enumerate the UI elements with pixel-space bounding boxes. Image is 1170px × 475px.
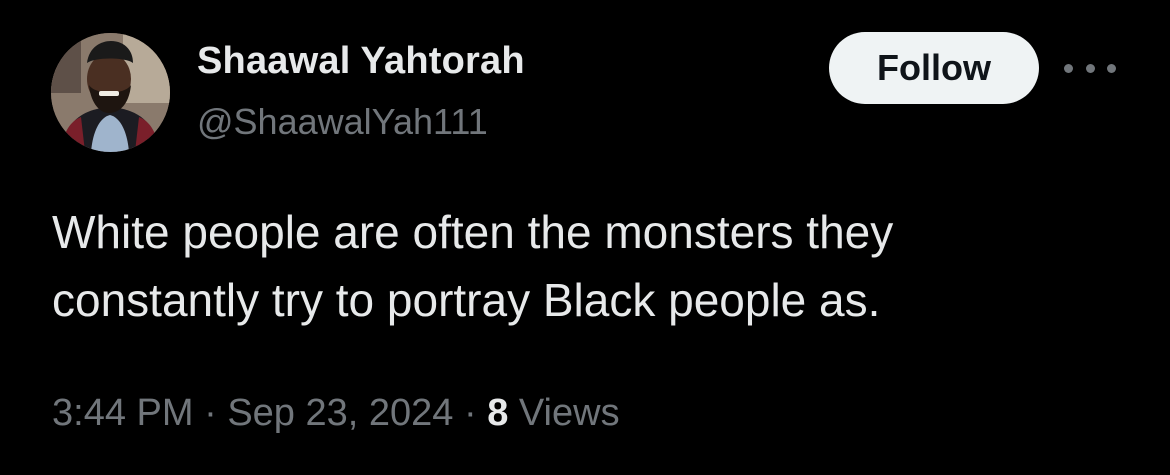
more-options-button[interactable] <box>1064 56 1116 80</box>
more-horizontal-icon <box>1107 63 1116 73</box>
tweet: Shaawal Yahtorah @ShaawalYah111 Follow W… <box>0 0 1170 475</box>
tweet-text-line: constantly try to portray Black people a… <box>52 274 881 326</box>
more-horizontal-icon <box>1064 63 1073 73</box>
author-handle[interactable]: @ShaawalYah111 <box>197 101 488 143</box>
tweet-text: White people are often the monsters they… <box>52 198 1132 334</box>
author-name[interactable]: Shaawal Yahtorah <box>197 40 525 83</box>
meta-separator: · <box>463 392 477 434</box>
tweet-text-line: White people are often the monsters they <box>52 206 894 258</box>
avatar[interactable] <box>51 33 170 152</box>
avatar-image <box>51 33 170 152</box>
follow-button[interactable]: Follow <box>829 32 1039 104</box>
views-label: Views <box>518 392 620 434</box>
tweet-time[interactable]: 3:44 PM <box>52 392 194 434</box>
meta-separator: · <box>204 392 217 434</box>
tweet-meta: 3:44 PM · Sep 23, 2024 · 8 Views <box>52 392 620 435</box>
tweet-date[interactable]: Sep 23, 2024 <box>227 392 453 434</box>
views-count: 8 <box>487 392 509 434</box>
more-horizontal-icon <box>1085 63 1095 73</box>
